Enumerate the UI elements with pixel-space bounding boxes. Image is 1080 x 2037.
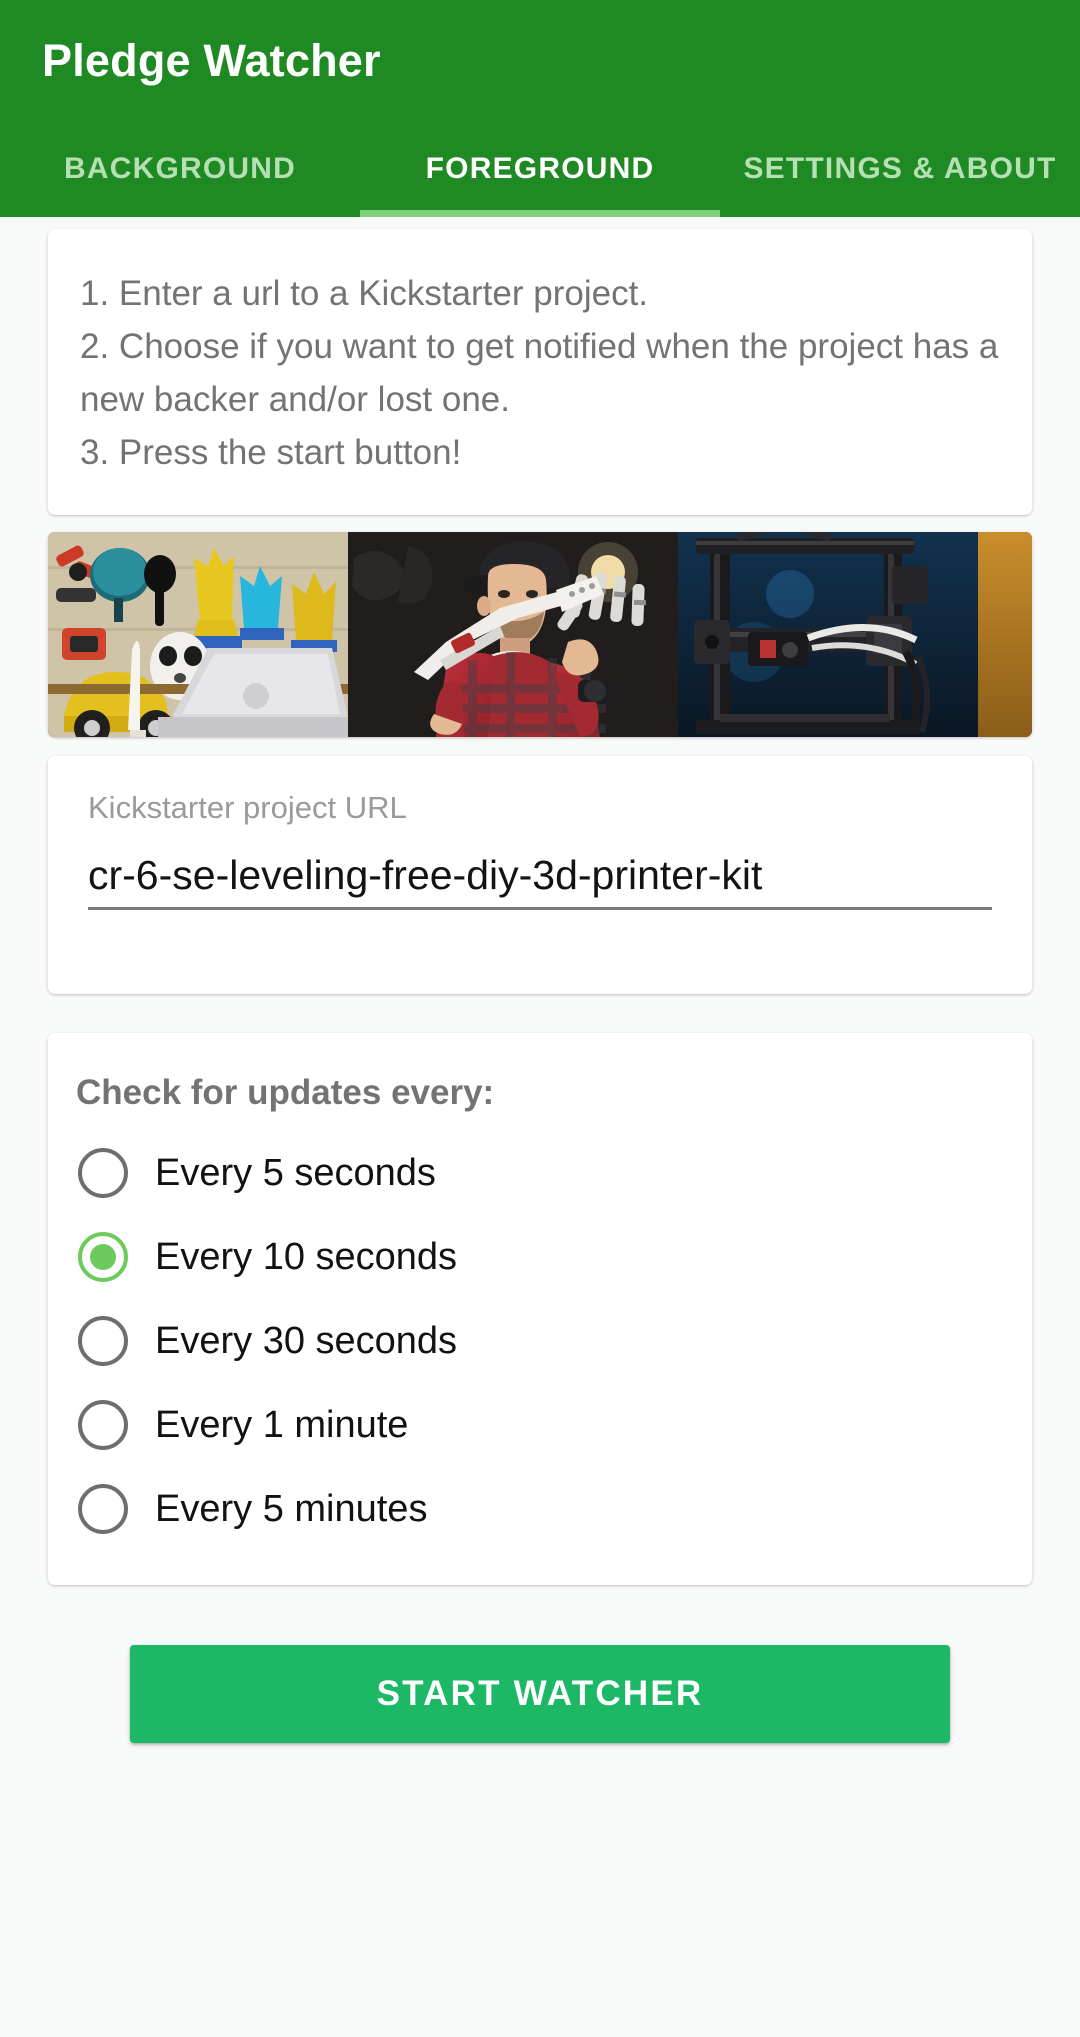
url-field-label: Kickstarter project URL [88,790,407,825]
start-button-row: START WATCHER [0,1645,1080,1743]
app-title: Pledge Watcher [42,35,381,86]
tab-foreground-label: FOREGROUND [425,152,655,186]
update-interval-title: Check for updates every: [76,1073,495,1112]
url-input-underline [88,844,992,910]
app-bar-title-row: Pledge Watcher [0,0,1080,122]
tab-bar: BACKGROUND FOREGROUND SETTINGS & ABOUT [0,122,1080,217]
tab-foreground[interactable]: FOREGROUND [360,122,720,217]
radio-option-label: Every 1 minute [155,1404,409,1446]
project-hero-image [48,532,1032,737]
radio-unchecked-icon [78,1400,128,1450]
radio-option-label: Every 10 seconds [155,1236,458,1278]
app-root: Pledge Watcher BACKGROUND FOREGROUND SET… [0,0,1080,2037]
radio-option-every-30-seconds[interactable]: Every 30 seconds [48,1299,1032,1383]
tab-background-label: BACKGROUND [64,152,296,186]
tab-settings-and-about[interactable]: SETTINGS & ABOUT [720,122,1080,217]
tab-settings-and-about-label: SETTINGS & ABOUT [743,152,1057,186]
radio-option-label: Every 5 minutes [155,1488,428,1530]
radio-checked-icon [78,1232,128,1282]
start-watcher-button[interactable]: START WATCHER [130,1645,950,1743]
tab-background[interactable]: BACKGROUND [0,122,360,217]
radio-option-label: Every 30 seconds [155,1320,458,1362]
radio-option-every-10-seconds[interactable]: Every 10 seconds [48,1215,1032,1299]
content-scroll-area: 1. Enter a url to a Kickstarter project.… [0,217,1080,2037]
url-card: Kickstarter project URL [48,756,1032,994]
radio-unchecked-icon [78,1484,128,1534]
radio-option-every-1-minute[interactable]: Every 1 minute [48,1383,1032,1467]
update-interval-card: Check for updates every: Every 5 seconds… [48,1033,1032,1585]
hero-illustration [48,532,1032,737]
app-bar: Pledge Watcher BACKGROUND FOREGROUND SET… [0,0,1080,217]
radio-option-every-5-seconds[interactable]: Every 5 seconds [48,1131,1032,1215]
radio-unchecked-icon [78,1148,128,1198]
instructions-text: 1. Enter a url to a Kickstarter project.… [80,274,999,472]
radio-option-every-5-minutes[interactable]: Every 5 minutes [48,1467,1032,1551]
radio-option-label: Every 5 seconds [155,1152,436,1194]
instructions-card: 1. Enter a url to a Kickstarter project.… [48,229,1032,515]
url-input[interactable] [88,844,992,906]
radio-unchecked-icon [78,1316,128,1366]
